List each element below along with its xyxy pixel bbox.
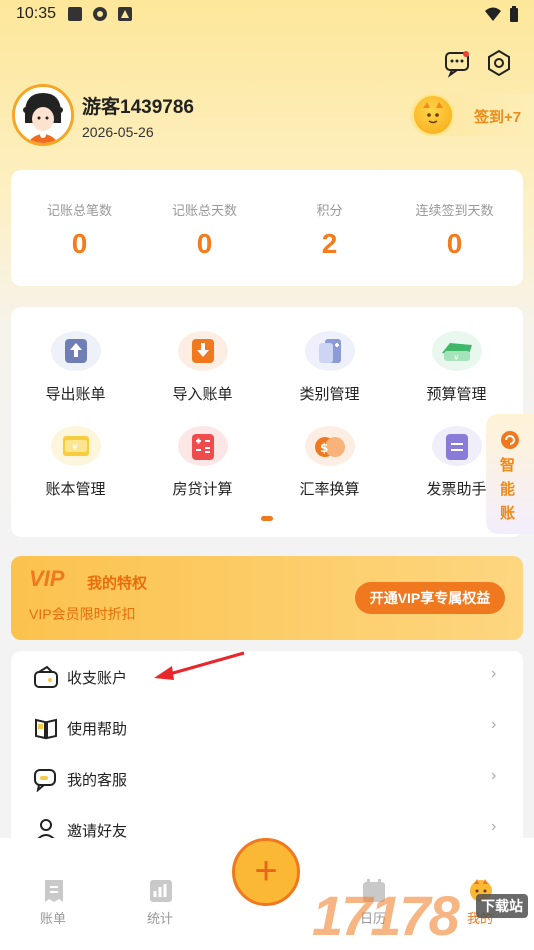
svg-text:¥: ¥	[72, 443, 78, 453]
stat-value: 2	[321, 228, 338, 259]
budget-icon: ¥	[432, 331, 482, 373]
tool-label: 导入账单	[172, 386, 233, 403]
ledger-icon: ¥	[51, 426, 101, 468]
svg-text:$: $	[320, 441, 328, 455]
tools-card: 导出账单 导入账单 类别管理 ¥ 预算管理 ¥ 账本管理 房贷计算 $ 汇率换算…	[11, 307, 523, 537]
tool-label: 类别管理	[299, 386, 360, 403]
signin-button[interactable]: 签到+7	[410, 94, 534, 136]
tool-import-bill[interactable]: 导入账单	[140, 331, 265, 421]
book-icon	[33, 715, 59, 741]
wifi-icon	[484, 6, 501, 22]
invoice-icon	[432, 426, 482, 468]
stat-value: 0	[71, 228, 88, 259]
add-record-button[interactable]: +	[232, 838, 300, 906]
site-watermark: 17178 下载站	[312, 880, 534, 950]
annotation-arrow	[154, 651, 245, 680]
tool-budget[interactable]: ¥ 预算管理	[394, 331, 519, 421]
square-icon	[67, 6, 83, 22]
refresh-icon	[500, 430, 520, 450]
vip-title: 我的特权	[87, 575, 148, 592]
exchange-icon: $	[305, 426, 355, 468]
menu-item-customer-service[interactable]: 我的客服 ›	[11, 753, 523, 805]
status-time: 10:35	[16, 5, 57, 22]
sync-icon	[92, 6, 108, 22]
status-bar: 10:35	[0, 0, 534, 30]
tab-label: 账单	[39, 911, 66, 926]
smart-accounting-tab[interactable]: 智能账	[486, 414, 534, 534]
chevron-right-icon: ›	[491, 767, 497, 784]
tool-label: 汇率换算	[299, 481, 360, 498]
tool-label: 房贷计算	[172, 481, 233, 498]
stat-label: 记账总天数	[171, 203, 237, 218]
tool-export-bill[interactable]: 导出账单	[13, 331, 138, 421]
page-indicator	[261, 516, 273, 521]
calculator-icon	[178, 426, 228, 468]
tool-mortgage-calc[interactable]: 房贷计算	[140, 426, 265, 516]
tool-label: 导出账单	[45, 386, 106, 403]
menu-item-accounts[interactable]: 收支账户 ›	[11, 651, 523, 703]
chart-icon	[148, 878, 174, 904]
chevron-right-icon: ›	[491, 818, 497, 835]
chevron-right-icon: ›	[491, 665, 497, 682]
stat-value: 0	[446, 228, 463, 259]
category-icon	[305, 331, 355, 373]
chevron-right-icon: ›	[491, 716, 497, 733]
tool-exchange[interactable]: $ 汇率换算	[267, 426, 392, 516]
chat-icon	[33, 766, 59, 793]
watermark-badge: 下载站	[476, 894, 528, 918]
message-icon[interactable]	[442, 48, 472, 78]
stat-label: 积分	[316, 203, 343, 218]
menu-item-help[interactable]: 使用帮助 ›	[11, 702, 523, 754]
tool-category[interactable]: 类别管理	[267, 331, 392, 421]
cat-coin-icon	[412, 94, 454, 136]
tool-label: 账本管理	[45, 481, 106, 498]
avatar[interactable]	[12, 84, 74, 146]
plus-icon: +	[254, 849, 278, 893]
stat-label: 连续签到天数	[415, 203, 494, 218]
menu-label: 收支账户	[67, 670, 128, 687]
stats-card: 记账总笔数 0 记账总天数 0 积分 2 连续签到天数 0	[11, 170, 523, 286]
export-bill-icon	[51, 331, 101, 373]
wallet-icon	[33, 664, 59, 690]
tab-label: 统计	[146, 911, 173, 926]
settings-icon[interactable]	[484, 48, 514, 78]
battery-icon	[508, 6, 524, 22]
bill-icon	[41, 878, 67, 904]
stat-value: 0	[196, 228, 213, 259]
svg-text:¥: ¥	[454, 354, 459, 362]
signin-label: 签到+7	[474, 109, 522, 126]
vip-banner[interactable]: VIP 我的特权 VIP会员限时折扣 开通VIP享专属权益	[11, 556, 523, 640]
import-bill-icon	[178, 331, 228, 373]
vip-subtitle: VIP会员限时折扣	[29, 606, 136, 622]
tool-ledger[interactable]: ¥ 账本管理	[13, 426, 138, 516]
stat-label: 记账总笔数	[46, 203, 112, 218]
side-tab-text: 智能账	[500, 457, 516, 522]
watermark-text: 17178	[312, 884, 460, 947]
user-date: 2026-05-26	[82, 124, 154, 140]
vip-logo: VIP	[29, 566, 65, 591]
menu-label: 使用帮助	[67, 721, 128, 738]
tool-label: 预算管理	[426, 386, 487, 403]
username: 游客1439786	[82, 97, 194, 118]
menu-label: 我的客服	[67, 772, 128, 789]
vip-open-button[interactable]: 开通VIP享专属权益	[355, 582, 505, 614]
app-badge-icon	[117, 6, 133, 22]
